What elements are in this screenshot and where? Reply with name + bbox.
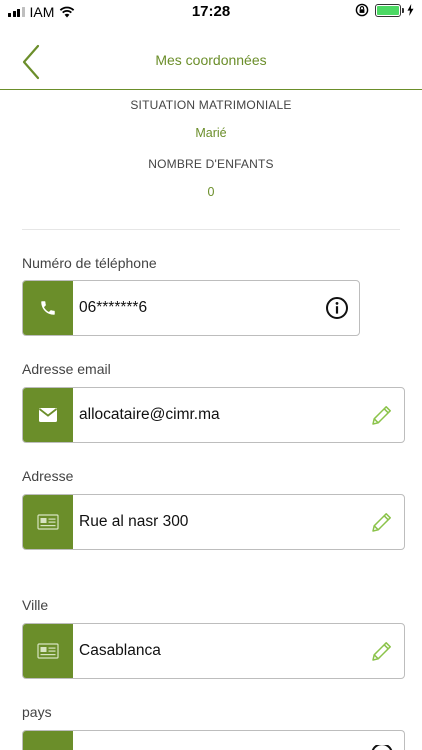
info-icon — [371, 745, 393, 750]
address-card-icon — [23, 624, 73, 678]
email-edit-button[interactable] — [360, 388, 404, 442]
status-right — [355, 3, 414, 17]
city-value: Casablanca — [79, 642, 161, 659]
address-label: Adresse — [22, 468, 74, 484]
phone-icon — [23, 281, 73, 335]
pencil-icon — [372, 642, 391, 661]
info-icon — [326, 297, 348, 319]
battery-icon — [375, 3, 404, 17]
address-card-icon — [23, 731, 73, 750]
city-field[interactable]: Casablanca — [22, 623, 405, 679]
city-edit-button[interactable] — [360, 624, 404, 678]
children-count-block: NOMBRE D'ENFANTS 0 — [0, 157, 422, 199]
phone-value: 06*******6 — [79, 299, 148, 316]
marital-status-block: SITUATION MATRIMONIALE Marié — [0, 98, 422, 140]
status-bar: IAM 17:28 — [0, 0, 422, 24]
marital-status-value: Marié — [195, 126, 227, 140]
country-label: pays — [22, 704, 52, 720]
email-value: allocataire@cimr.ma — [79, 406, 220, 423]
children-count-label: NOMBRE D'ENFANTS — [148, 157, 274, 171]
email-label: Adresse email — [22, 361, 111, 377]
nav-header: Mes coordonnées — [0, 24, 422, 90]
country-field[interactable] — [22, 730, 405, 750]
address-field[interactable]: Rue al nasr 300 — [22, 494, 405, 550]
pencil-icon — [372, 513, 391, 532]
marital-status-label: SITUATION MATRIMONIALE — [130, 98, 292, 112]
phone-field[interactable]: 06*******6 — [22, 280, 360, 336]
section-divider — [22, 229, 400, 230]
address-card-icon — [23, 495, 73, 549]
mail-icon — [23, 388, 73, 442]
country-info-button[interactable] — [360, 731, 404, 750]
phone-info-button[interactable] — [315, 281, 359, 335]
email-field[interactable]: allocataire@cimr.ma — [22, 387, 405, 443]
rotation-lock-icon — [355, 3, 369, 17]
pencil-icon — [372, 406, 391, 425]
city-label: Ville — [22, 597, 49, 613]
charging-bolt-icon — [407, 4, 414, 16]
children-count-value: 0 — [207, 185, 215, 199]
address-edit-button[interactable] — [360, 495, 404, 549]
page-title: Mes coordonnées — [155, 52, 267, 68]
phone-label: Numéro de téléphone — [22, 255, 157, 271]
address-value: Rue al nasr 300 — [79, 513, 189, 530]
